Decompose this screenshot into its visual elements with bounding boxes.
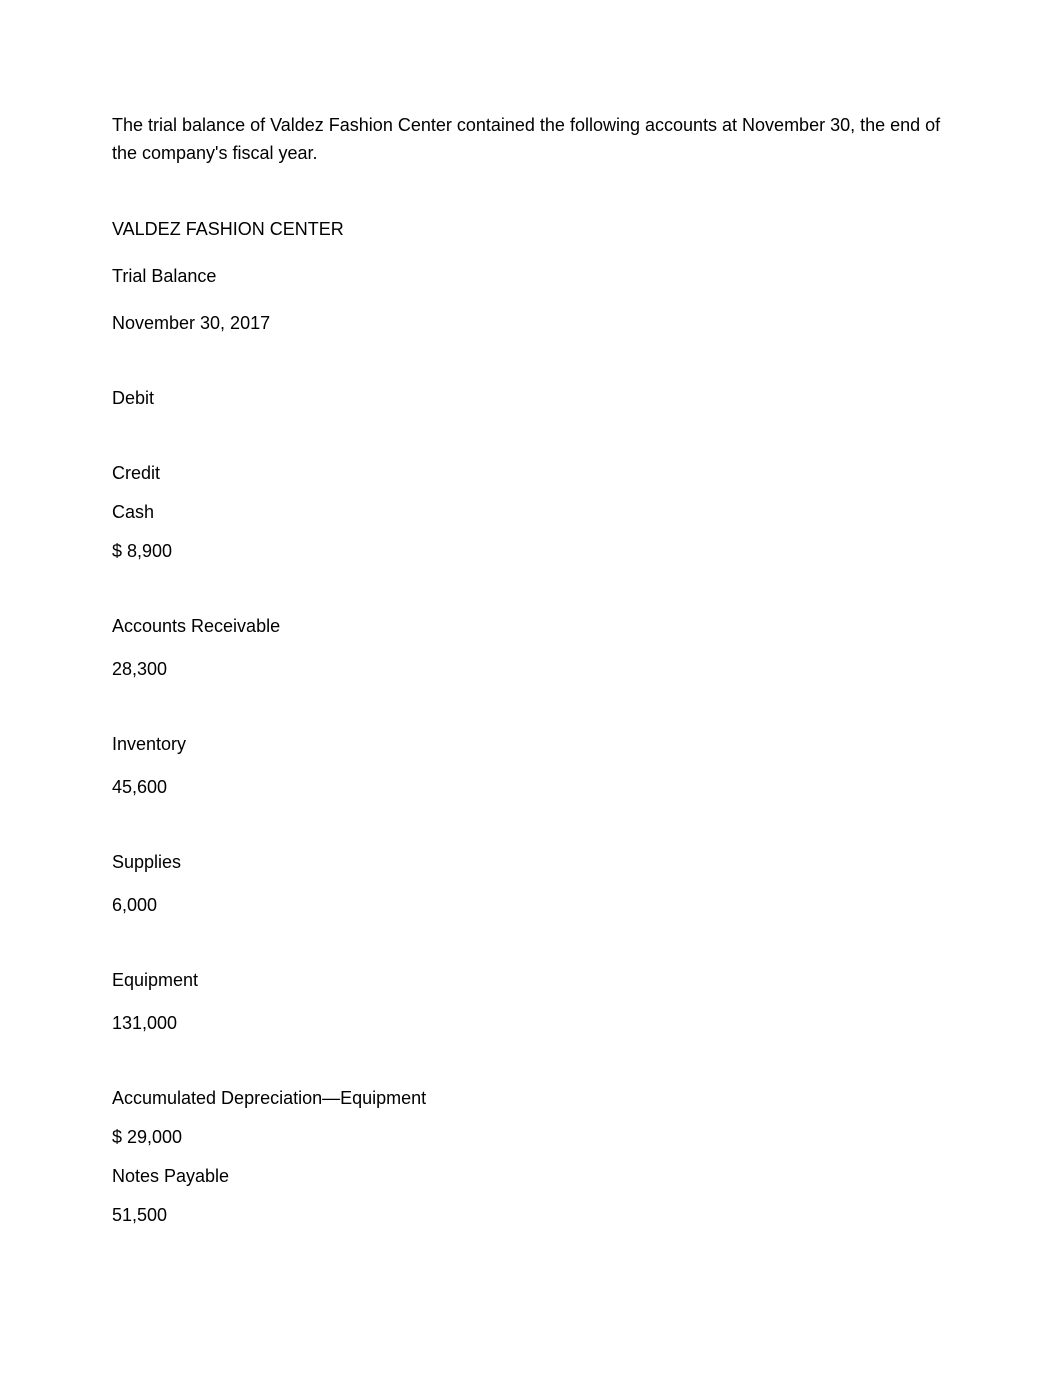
account-cash-label: Cash — [112, 499, 950, 526]
account-supplies: Supplies 6,000 — [112, 849, 950, 919]
account-supplies-value: 6,000 — [112, 892, 950, 919]
intro-paragraph: The trial balance of Valdez Fashion Cent… — [112, 112, 950, 168]
account-accounts-receivable-label: Accounts Receivable — [112, 613, 950, 640]
account-inventory: Inventory 45,600 — [112, 731, 950, 801]
report-header-block: VALDEZ FASHION CENTER Trial Balance Nove… — [112, 216, 950, 337]
account-inventory-label: Inventory — [112, 731, 950, 758]
debit-column-label: Debit — [112, 385, 950, 412]
account-accum-depreciation-and-notes: Accumulated Depreciation—Equipment $ 29,… — [112, 1085, 950, 1229]
account-notes-payable-value: 51,500 — [112, 1202, 950, 1229]
account-equipment-label: Equipment — [112, 967, 950, 994]
report-title: Trial Balance — [112, 263, 950, 290]
account-accounts-receivable-value: 28,300 — [112, 656, 950, 683]
report-date: November 30, 2017 — [112, 310, 950, 337]
credit-column-label: Credit — [112, 460, 950, 487]
account-notes-payable-label: Notes Payable — [112, 1163, 950, 1190]
account-cash-value: $ 8,900 — [112, 538, 950, 565]
account-inventory-value: 45,600 — [112, 774, 950, 801]
credit-and-cash-block: Credit Cash $ 8,900 — [112, 460, 950, 565]
company-name: VALDEZ FASHION CENTER — [112, 216, 950, 243]
account-equipment: Equipment 131,000 — [112, 967, 950, 1037]
account-supplies-label: Supplies — [112, 849, 950, 876]
account-accum-depreciation-value: $ 29,000 — [112, 1124, 950, 1151]
account-accounts-receivable: Accounts Receivable 28,300 — [112, 613, 950, 683]
account-equipment-value: 131,000 — [112, 1010, 950, 1037]
account-accum-depreciation-label: Accumulated Depreciation—Equipment — [112, 1085, 950, 1112]
